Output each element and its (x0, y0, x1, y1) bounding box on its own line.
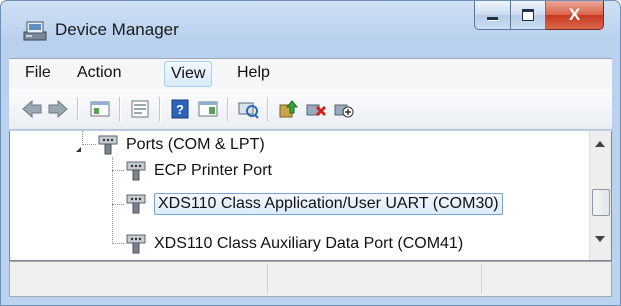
window-title: Device Manager (55, 20, 179, 39)
properties-icon[interactable] (129, 99, 151, 119)
tree-item-label: XDS110 Class Auxiliary Data Port (COM41) (154, 235, 464, 252)
collapse-arrow-icon[interactable] (76, 147, 81, 152)
tree-category-label: Ports (COM & LPT) (126, 136, 265, 153)
tree-connector (112, 204, 124, 205)
tree-connector (82, 144, 96, 145)
toolbar-separator (227, 97, 229, 121)
caption-buttons: X (474, 1, 604, 31)
device-manager-icon (23, 21, 47, 41)
menu-help[interactable]: Help (237, 64, 270, 82)
tree-connector (112, 170, 124, 171)
scan-hardware-changes-icon[interactable] (237, 99, 259, 119)
status-pane (482, 264, 609, 294)
scroll-down-arrow-icon[interactable] (595, 236, 605, 242)
help-icon[interactable]: ? (169, 99, 191, 119)
toolbar: ? (9, 89, 612, 130)
minimize-icon (487, 17, 498, 21)
scroll-up-arrow-icon[interactable] (595, 141, 605, 147)
port-connector-icon (98, 135, 118, 155)
close-button[interactable]: X (546, 1, 604, 30)
port-connector-icon (126, 161, 146, 181)
maximize-button[interactable] (511, 1, 546, 30)
uninstall-device-icon[interactable] (305, 99, 327, 119)
svg-text:?: ? (176, 102, 184, 117)
scrollbar-thumb[interactable] (592, 189, 610, 216)
menu-view[interactable]: View (164, 61, 213, 87)
menu-action[interactable]: Action (77, 64, 121, 82)
forward-arrow-icon[interactable] (47, 99, 69, 119)
device-manager-window: Device Manager X File Action View Help ?… (0, 0, 621, 306)
toolbar-separator (159, 97, 161, 121)
toolbar-separator (267, 97, 269, 121)
disable-device-icon[interactable] (333, 99, 355, 119)
minimize-button[interactable] (474, 1, 511, 30)
tree-item[interactable]: XDS110 Class Auxiliary Data Port (COM41) (124, 232, 463, 256)
tree-item-label: ECP Printer Port (154, 162, 272, 179)
toolbar-separator (119, 97, 121, 121)
show-hide-console-tree-icon[interactable] (89, 99, 111, 119)
toolbar-separator (77, 97, 79, 121)
status-bar (9, 261, 612, 297)
status-pane (268, 264, 482, 294)
tree-item[interactable]: ECP Printer Port (124, 159, 272, 183)
maximize-icon (522, 9, 534, 21)
show-action-pane-icon[interactable] (197, 99, 219, 119)
close-icon: X (568, 5, 581, 24)
port-connector-icon (126, 234, 146, 254)
tree-item-label: XDS110 Class Application/User UART (COM3… (154, 193, 503, 215)
device-tree[interactable]: Ports (COM & LPT) ECP Printer Port XDS11… (9, 131, 612, 261)
status-pane (12, 264, 268, 294)
menu-bar: File Action View Help (9, 58, 612, 89)
menu-file[interactable]: File (25, 64, 51, 82)
title-bar[interactable]: Device Manager X (1, 1, 620, 57)
tree-category-ports[interactable]: Ports (COM & LPT) (96, 133, 265, 157)
update-driver-icon[interactable] (277, 99, 299, 119)
back-arrow-icon[interactable] (21, 99, 43, 119)
tree-connector (82, 131, 83, 145)
vertical-scrollbar[interactable] (589, 131, 611, 260)
tree-item-selected[interactable]: XDS110 Class Application/User UART (COM3… (124, 192, 503, 216)
tree-connector (112, 243, 124, 244)
port-connector-icon (126, 194, 146, 214)
